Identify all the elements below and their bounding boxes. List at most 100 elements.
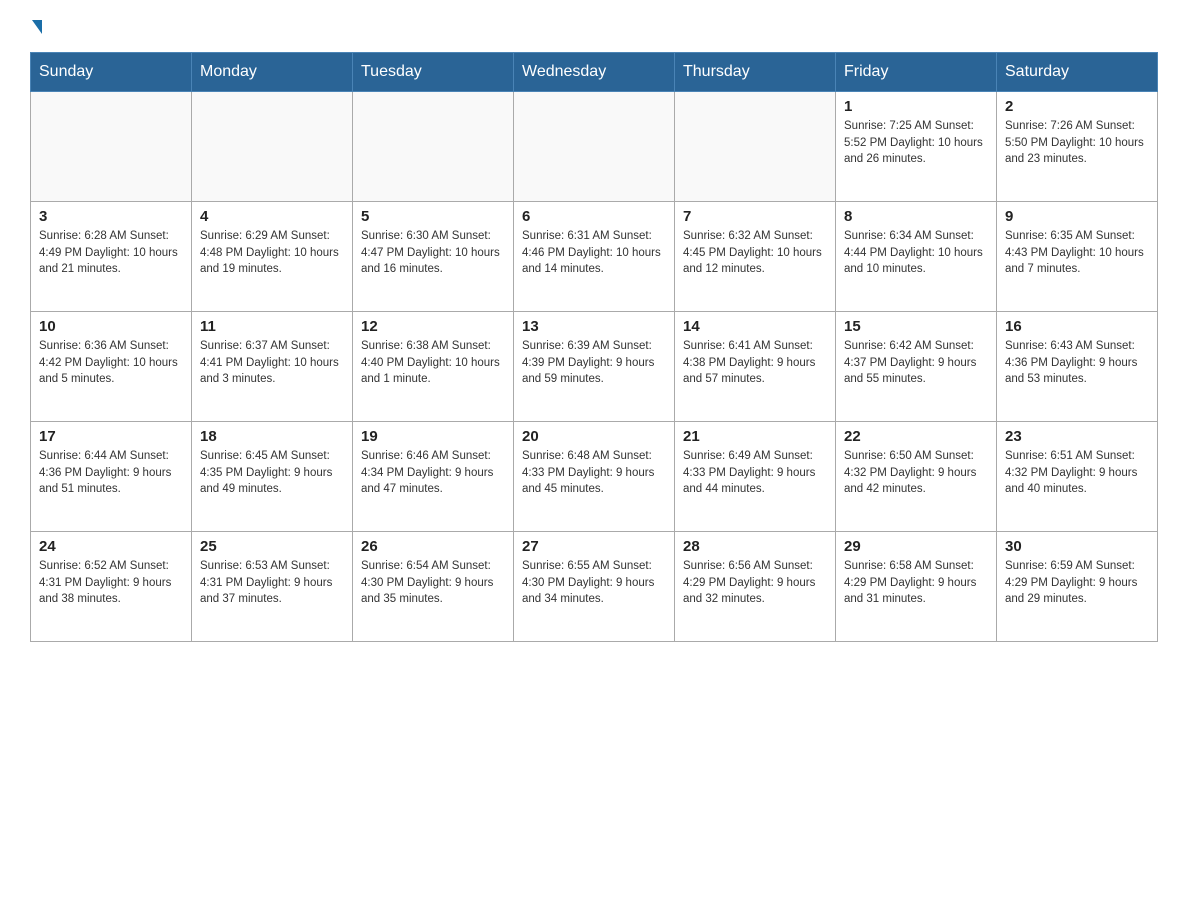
logo-triangle-icon bbox=[32, 20, 42, 34]
day-info: Sunrise: 6:29 AM Sunset: 4:48 PM Dayligh… bbox=[200, 228, 344, 278]
calendar-cell: 19 Sunrise: 6:46 AM Sunset: 4:34 PM Dayli… bbox=[353, 422, 514, 532]
weekday-header-saturday: Saturday bbox=[997, 53, 1158, 92]
calendar-cell: 26 Sunrise: 6:54 AM Sunset: 4:30 PM Dayli… bbox=[353, 532, 514, 642]
day-number: 28 bbox=[683, 538, 827, 555]
day-number: 11 bbox=[200, 318, 344, 335]
week-row-2: 3 Sunrise: 6:28 AM Sunset: 4:49 PM Daylig… bbox=[31, 202, 1158, 312]
calendar-cell: 23 Sunrise: 6:51 AM Sunset: 4:32 PM Dayli… bbox=[997, 422, 1158, 532]
calendar-cell: 27 Sunrise: 6:55 AM Sunset: 4:30 PM Dayli… bbox=[514, 532, 675, 642]
calendar-table: SundayMondayTuesdayWednesdayThursdayFrid… bbox=[30, 52, 1158, 642]
calendar-cell: 12Sunrise: 6:38 AM Sunset: 4:40 PM Dayli… bbox=[353, 312, 514, 422]
day-number: 23 bbox=[1005, 428, 1149, 445]
day-info: Sunrise: 6:54 AM Sunset: 4:30 PM Dayligh… bbox=[361, 558, 505, 608]
calendar-cell: 24 Sunrise: 6:52 AM Sunset: 4:31 PM Dayli… bbox=[31, 532, 192, 642]
day-info: Sunrise: 6:34 AM Sunset: 4:44 PM Dayligh… bbox=[844, 228, 988, 278]
day-info: Sunrise: 6:43 AM Sunset: 4:36 PM Dayligh… bbox=[1005, 338, 1149, 388]
day-number: 5 bbox=[361, 208, 505, 225]
day-number: 26 bbox=[361, 538, 505, 555]
day-info: Sunrise: 6:45 AM Sunset: 4:35 PM Dayligh… bbox=[200, 448, 344, 498]
calendar-cell: 6 Sunrise: 6:31 AM Sunset: 4:46 PM Daylig… bbox=[514, 202, 675, 312]
calendar-cell: 13Sunrise: 6:39 AM Sunset: 4:39 PM Dayli… bbox=[514, 312, 675, 422]
day-info: Sunrise: 6:49 AM Sunset: 4:33 PM Dayligh… bbox=[683, 448, 827, 498]
logo bbox=[30, 20, 42, 34]
day-info: Sunrise: 7:25 AM Sunset: 5:52 PM Dayligh… bbox=[844, 118, 988, 168]
week-row-3: 10 Sunrise: 6:36 AM Sunset: 4:42 PM Dayli… bbox=[31, 312, 1158, 422]
day-number: 24 bbox=[39, 538, 183, 555]
weekday-header-monday: Monday bbox=[192, 53, 353, 92]
calendar-body: 1Sunrise: 7:25 AM Sunset: 5:52 PM Daylig… bbox=[31, 92, 1158, 642]
day-info: Sunrise: 6:55 AM Sunset: 4:30 PM Dayligh… bbox=[522, 558, 666, 608]
day-info: Sunrise: 6:31 AM Sunset: 4:46 PM Dayligh… bbox=[522, 228, 666, 278]
weekday-header-row: SundayMondayTuesdayWednesdayThursdayFrid… bbox=[31, 53, 1158, 92]
weekday-header-sunday: Sunday bbox=[31, 53, 192, 92]
day-number: 8 bbox=[844, 208, 988, 225]
day-number: 17 bbox=[39, 428, 183, 445]
calendar-cell: 21 Sunrise: 6:49 AM Sunset: 4:33 PM Dayli… bbox=[675, 422, 836, 532]
calendar-cell: 25Sunrise: 6:53 AM Sunset: 4:31 PM Dayli… bbox=[192, 532, 353, 642]
calendar-cell: 2 Sunrise: 7:26 AM Sunset: 5:50 PM Daylig… bbox=[997, 92, 1158, 202]
day-info: Sunrise: 6:30 AM Sunset: 4:47 PM Dayligh… bbox=[361, 228, 505, 278]
day-number: 3 bbox=[39, 208, 183, 225]
day-number: 30 bbox=[1005, 538, 1149, 555]
calendar-cell: 11 Sunrise: 6:37 AM Sunset: 4:41 PM Dayli… bbox=[192, 312, 353, 422]
calendar-cell: 20Sunrise: 6:48 AM Sunset: 4:33 PM Dayli… bbox=[514, 422, 675, 532]
calendar-cell: 18 Sunrise: 6:45 AM Sunset: 4:35 PM Dayli… bbox=[192, 422, 353, 532]
calendar-cell: 17 Sunrise: 6:44 AM Sunset: 4:36 PM Dayli… bbox=[31, 422, 192, 532]
calendar-cell: 5 Sunrise: 6:30 AM Sunset: 4:47 PM Daylig… bbox=[353, 202, 514, 312]
day-info: Sunrise: 7:26 AM Sunset: 5:50 PM Dayligh… bbox=[1005, 118, 1149, 168]
day-number: 10 bbox=[39, 318, 183, 335]
day-info: Sunrise: 6:28 AM Sunset: 4:49 PM Dayligh… bbox=[39, 228, 183, 278]
weekday-header-wednesday: Wednesday bbox=[514, 53, 675, 92]
calendar-cell: 16 Sunrise: 6:43 AM Sunset: 4:36 PM Dayli… bbox=[997, 312, 1158, 422]
calendar-cell: 9Sunrise: 6:35 AM Sunset: 4:43 PM Daylig… bbox=[997, 202, 1158, 312]
calendar-cell bbox=[514, 92, 675, 202]
day-number: 2 bbox=[1005, 98, 1149, 115]
day-number: 19 bbox=[361, 428, 505, 445]
calendar-cell bbox=[31, 92, 192, 202]
day-info: Sunrise: 6:36 AM Sunset: 4:42 PM Dayligh… bbox=[39, 338, 183, 388]
calendar-cell: 29 Sunrise: 6:58 AM Sunset: 4:29 PM Dayli… bbox=[836, 532, 997, 642]
weekday-header-thursday: Thursday bbox=[675, 53, 836, 92]
day-info: Sunrise: 6:52 AM Sunset: 4:31 PM Dayligh… bbox=[39, 558, 183, 608]
day-number: 29 bbox=[844, 538, 988, 555]
day-number: 16 bbox=[1005, 318, 1149, 335]
calendar-cell: 8 Sunrise: 6:34 AM Sunset: 4:44 PM Daylig… bbox=[836, 202, 997, 312]
day-number: 7 bbox=[683, 208, 827, 225]
day-info: Sunrise: 6:39 AM Sunset: 4:39 PM Dayligh… bbox=[522, 338, 666, 388]
day-info: Sunrise: 6:41 AM Sunset: 4:38 PM Dayligh… bbox=[683, 338, 827, 388]
calendar-cell bbox=[675, 92, 836, 202]
calendar-cell: 22Sunrise: 6:50 AM Sunset: 4:32 PM Dayli… bbox=[836, 422, 997, 532]
day-info: Sunrise: 6:58 AM Sunset: 4:29 PM Dayligh… bbox=[844, 558, 988, 608]
calendar-cell: 10 Sunrise: 6:36 AM Sunset: 4:42 PM Dayli… bbox=[31, 312, 192, 422]
day-number: 21 bbox=[683, 428, 827, 445]
day-info: Sunrise: 6:42 AM Sunset: 4:37 PM Dayligh… bbox=[844, 338, 988, 388]
week-row-1: 1Sunrise: 7:25 AM Sunset: 5:52 PM Daylig… bbox=[31, 92, 1158, 202]
calendar-cell: 14 Sunrise: 6:41 AM Sunset: 4:38 PM Dayli… bbox=[675, 312, 836, 422]
calendar-cell: 1Sunrise: 7:25 AM Sunset: 5:52 PM Daylig… bbox=[836, 92, 997, 202]
day-number: 15 bbox=[844, 318, 988, 335]
day-info: Sunrise: 6:37 AM Sunset: 4:41 PM Dayligh… bbox=[200, 338, 344, 388]
week-row-4: 17 Sunrise: 6:44 AM Sunset: 4:36 PM Dayli… bbox=[31, 422, 1158, 532]
day-info: Sunrise: 6:32 AM Sunset: 4:45 PM Dayligh… bbox=[683, 228, 827, 278]
day-info: Sunrise: 6:59 AM Sunset: 4:29 PM Dayligh… bbox=[1005, 558, 1149, 608]
day-info: Sunrise: 6:44 AM Sunset: 4:36 PM Dayligh… bbox=[39, 448, 183, 498]
calendar-header: SundayMondayTuesdayWednesdayThursdayFrid… bbox=[31, 53, 1158, 92]
day-number: 12 bbox=[361, 318, 505, 335]
day-info: Sunrise: 6:46 AM Sunset: 4:34 PM Dayligh… bbox=[361, 448, 505, 498]
day-number: 22 bbox=[844, 428, 988, 445]
day-number: 14 bbox=[683, 318, 827, 335]
day-info: Sunrise: 6:51 AM Sunset: 4:32 PM Dayligh… bbox=[1005, 448, 1149, 498]
day-number: 27 bbox=[522, 538, 666, 555]
weekday-header-friday: Friday bbox=[836, 53, 997, 92]
day-number: 6 bbox=[522, 208, 666, 225]
calendar-cell: 28Sunrise: 6:56 AM Sunset: 4:29 PM Dayli… bbox=[675, 532, 836, 642]
calendar-cell: 15 Sunrise: 6:42 AM Sunset: 4:37 PM Dayli… bbox=[836, 312, 997, 422]
calendar-cell: 3 Sunrise: 6:28 AM Sunset: 4:49 PM Daylig… bbox=[31, 202, 192, 312]
calendar-cell: 30 Sunrise: 6:59 AM Sunset: 4:29 PM Dayli… bbox=[997, 532, 1158, 642]
day-info: Sunrise: 6:53 AM Sunset: 4:31 PM Dayligh… bbox=[200, 558, 344, 608]
weekday-header-tuesday: Tuesday bbox=[353, 53, 514, 92]
calendar-cell: 4Sunrise: 6:29 AM Sunset: 4:48 PM Daylig… bbox=[192, 202, 353, 312]
week-row-5: 24 Sunrise: 6:52 AM Sunset: 4:31 PM Dayli… bbox=[31, 532, 1158, 642]
day-number: 18 bbox=[200, 428, 344, 445]
calendar-cell bbox=[192, 92, 353, 202]
